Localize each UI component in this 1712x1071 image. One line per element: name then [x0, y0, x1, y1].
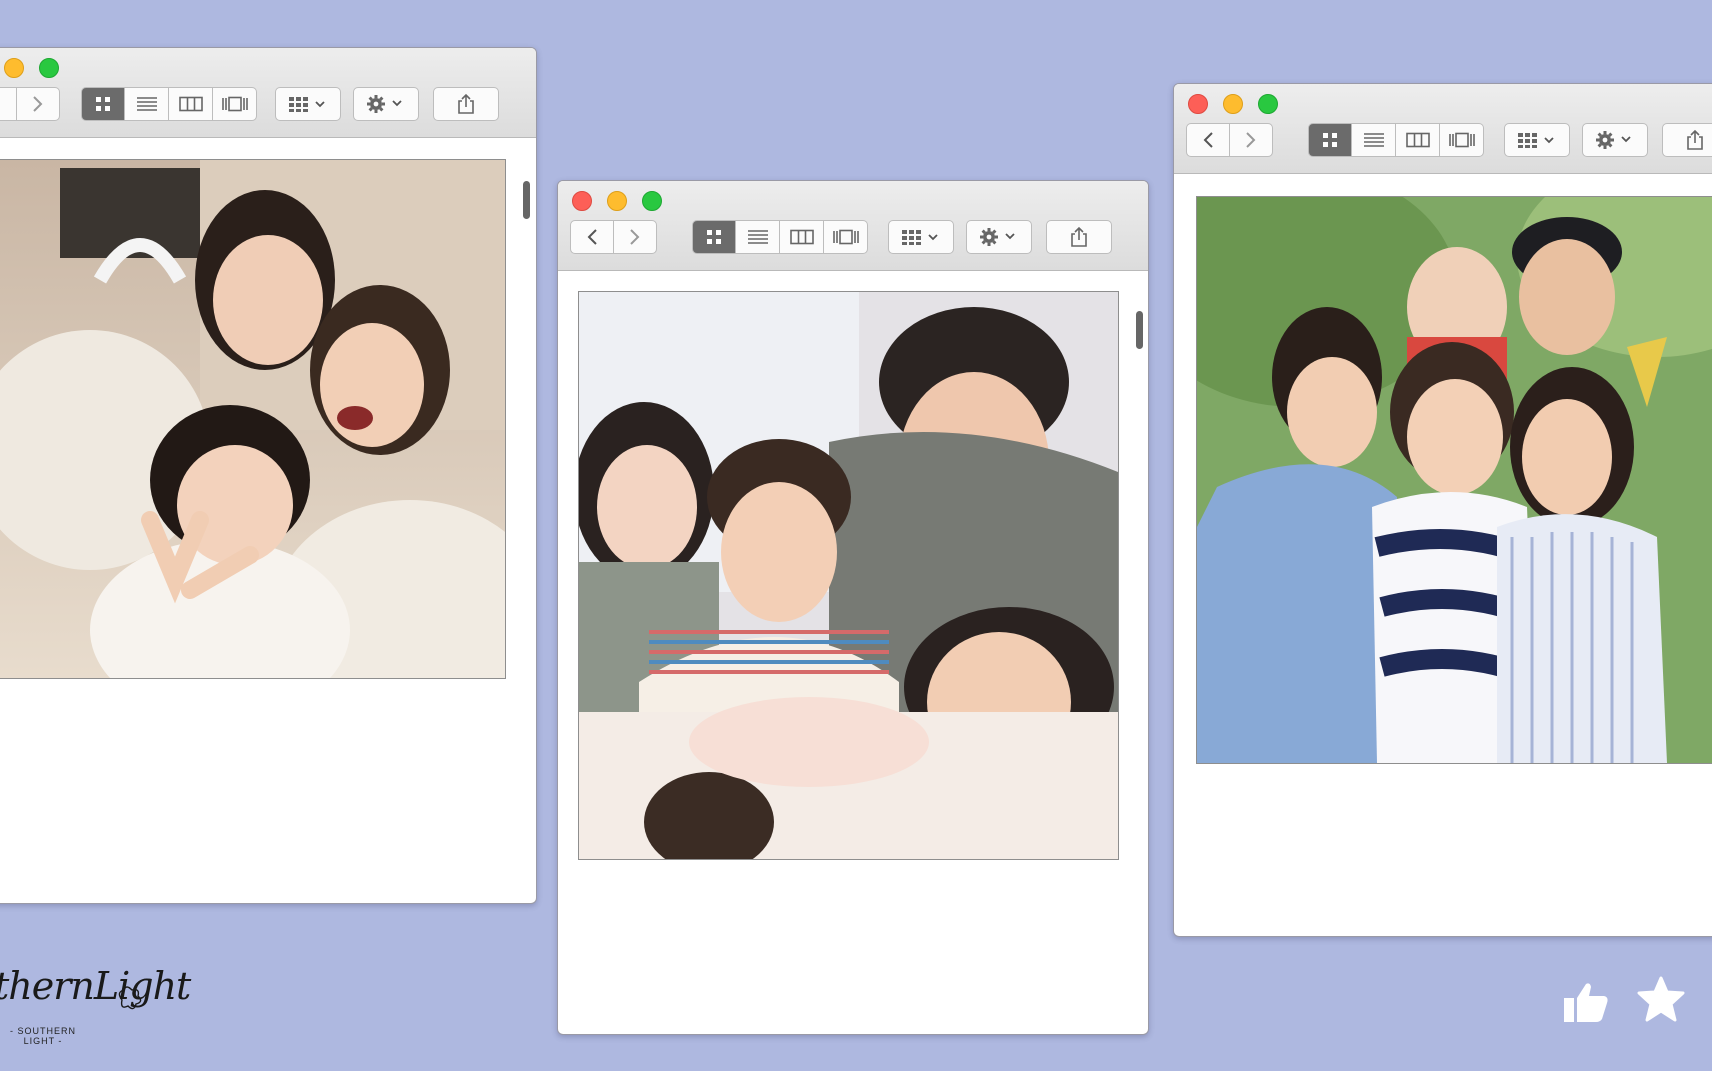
favorite-button[interactable]	[1637, 976, 1685, 1027]
column-view-button[interactable]	[780, 220, 824, 254]
forward-button[interactable]	[613, 220, 657, 254]
close-button[interactable]	[572, 191, 592, 211]
forward-icon	[33, 96, 43, 112]
list-view-icon	[1363, 133, 1384, 147]
icon-view-icon	[707, 230, 721, 244]
window-toolbar	[558, 181, 1148, 271]
column-view-icon	[178, 96, 203, 112]
list-view-button[interactable]	[125, 87, 169, 121]
arrange-button[interactable]	[275, 87, 341, 121]
zoom-button[interactable]	[1258, 94, 1278, 114]
gallery-view-button[interactable]	[824, 220, 868, 254]
back-button[interactable]	[0, 87, 17, 121]
arrange-icon	[289, 97, 325, 112]
group-photo	[0, 159, 506, 679]
zoom-button[interactable]	[642, 191, 662, 211]
zoom-button[interactable]	[39, 58, 59, 78]
icon-view-button[interactable]	[81, 87, 125, 121]
gallery-view-button[interactable]	[213, 87, 257, 121]
list-view-button[interactable]	[736, 220, 780, 254]
gallery-view-icon	[221, 96, 248, 112]
watermark-logo: thernLight - SOUTHERN LIGHT -	[0, 960, 191, 1050]
action-button[interactable]	[1582, 123, 1648, 157]
icon-view-icon	[96, 97, 110, 111]
group-photo	[578, 291, 1119, 860]
arrange-button[interactable]	[1504, 123, 1570, 157]
gear-icon	[980, 228, 1015, 246]
forward-icon	[630, 229, 640, 245]
like-button[interactable]	[1562, 980, 1610, 1029]
gear-icon	[367, 95, 402, 113]
column-view-icon	[1405, 132, 1430, 148]
forward-button[interactable]	[1229, 123, 1273, 157]
gallery-view-icon	[1448, 132, 1475, 148]
back-button[interactable]	[570, 220, 614, 254]
star-icon	[1637, 976, 1685, 1022]
column-view-icon	[789, 229, 814, 245]
share-button[interactable]	[1662, 123, 1712, 157]
back-button[interactable]	[1186, 123, 1230, 157]
group-photo-icon	[0, 160, 505, 678]
group-photo	[1196, 196, 1712, 764]
share-icon	[1687, 129, 1703, 150]
action-button[interactable]	[966, 220, 1032, 254]
view-mode-segment	[81, 87, 257, 121]
arrange-icon	[1518, 133, 1554, 148]
group-photo-icon	[579, 292, 1118, 859]
share-icon	[1071, 226, 1087, 247]
forward-icon	[1246, 132, 1256, 148]
finder-window-right	[1173, 83, 1712, 937]
group-photo-icon	[1197, 197, 1712, 763]
arrange-button[interactable]	[888, 220, 954, 254]
icon-view-button[interactable]	[1308, 123, 1352, 157]
watermark-sub-line2: LIGHT -	[23, 1036, 63, 1046]
view-mode-segment	[1308, 123, 1484, 157]
list-view-button[interactable]	[1352, 123, 1396, 157]
arrange-icon	[902, 230, 938, 245]
share-button[interactable]	[433, 87, 499, 121]
finder-window-middle	[557, 180, 1149, 1035]
column-view-button[interactable]	[169, 87, 213, 121]
icon-view-icon	[1323, 133, 1337, 147]
icon-view-button[interactable]	[692, 220, 736, 254]
minimize-button[interactable]	[4, 58, 24, 78]
gear-icon	[1596, 131, 1631, 149]
forward-button[interactable]	[16, 87, 60, 121]
back-icon	[0, 95, 1, 113]
finder-window-left	[0, 47, 537, 904]
list-view-icon	[747, 230, 768, 244]
thumbs-up-icon	[1564, 983, 1608, 1022]
scrollbar-thumb[interactable]	[523, 181, 530, 219]
action-button[interactable]	[353, 87, 419, 121]
watermark-sub-line1: - SOUTHERN	[10, 1026, 76, 1036]
back-icon	[587, 229, 597, 245]
close-button[interactable]	[1188, 94, 1208, 114]
window-toolbar	[1174, 84, 1712, 174]
minimize-button[interactable]	[607, 191, 627, 211]
watermark-subtitle: - SOUTHERN LIGHT -	[10, 1026, 76, 1046]
column-view-button[interactable]	[1396, 123, 1440, 157]
view-mode-segment	[692, 220, 868, 254]
watermark-script: thernLight	[0, 964, 191, 1008]
flower-logo-icon	[118, 986, 142, 1010]
gallery-view-icon	[832, 229, 859, 245]
window-toolbar	[0, 48, 536, 138]
list-view-icon	[136, 97, 157, 111]
gallery-view-button[interactable]	[1440, 123, 1484, 157]
share-button[interactable]	[1046, 220, 1112, 254]
minimize-button[interactable]	[1223, 94, 1243, 114]
share-icon	[458, 93, 474, 114]
back-icon	[1203, 132, 1213, 148]
scrollbar-thumb[interactable]	[1136, 311, 1143, 349]
